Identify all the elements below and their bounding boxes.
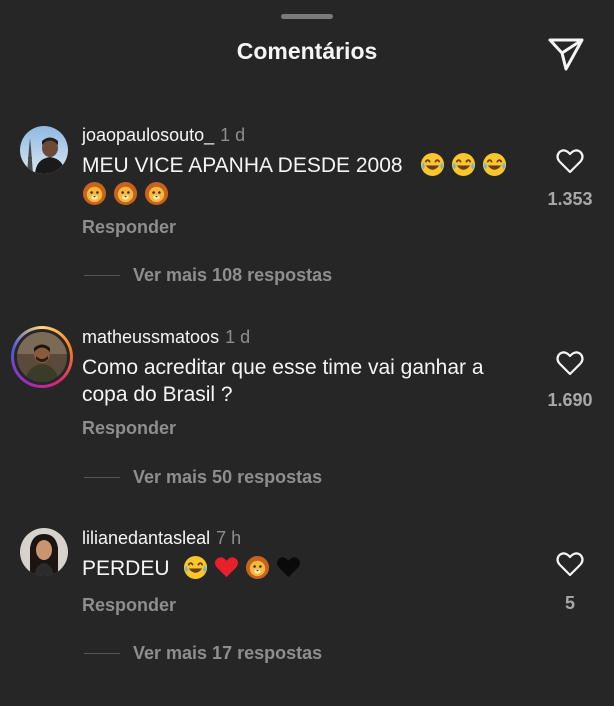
divider-line	[84, 477, 120, 478]
page-title: Comentários	[236, 38, 378, 64]
comment-text: PERDEU	[82, 555, 532, 582]
view-more-replies-button[interactable]: Ver mais 17 respostas	[133, 643, 322, 664]
laughing-face-icon	[452, 152, 476, 177]
send-icon[interactable]	[547, 36, 585, 72]
reply-button[interactable]: Responder	[82, 217, 176, 238]
comment-text-line: PERDEU	[82, 557, 170, 580]
laughing-face-icon	[483, 152, 507, 177]
comment-text-line: MEU VICE APANHA DESDE 2008	[82, 154, 403, 177]
avatar[interactable]	[20, 528, 68, 576]
reply-button[interactable]: Responder	[82, 418, 176, 439]
heart-icon[interactable]	[556, 551, 584, 577]
like-count: 5	[564, 593, 575, 613]
heart-icon[interactable]	[556, 148, 584, 174]
lion-face-icon	[113, 181, 138, 206]
view-more-replies-button[interactable]: Ver mais 50 respostas	[133, 467, 322, 488]
laughing-face-icon	[421, 152, 445, 177]
like-count: 1.353	[547, 189, 593, 209]
lion-face-icon	[82, 181, 107, 206]
like-count: 1.690	[547, 390, 593, 410]
comment-meta: joaopaulosouto_ 1 d	[82, 125, 245, 145]
reply-button[interactable]: Responder	[82, 595, 176, 616]
avatar	[17, 332, 67, 382]
timestamp: 1 d	[225, 327, 251, 347]
laughing-face-icon	[184, 555, 208, 580]
story-ring[interactable]	[11, 326, 73, 388]
sheet-drag-handle[interactable]	[281, 14, 333, 19]
username[interactable]: lilianedantasleal	[82, 528, 210, 548]
divider-line	[84, 275, 120, 276]
comment-meta: lilianedantasleal 7 h	[82, 528, 241, 548]
comment-text-line: copa do Brasil ?	[82, 383, 233, 406]
lion-face-icon	[246, 555, 270, 580]
timestamp: 7 h	[216, 528, 242, 548]
avatar[interactable]	[20, 126, 68, 174]
comment-text-line: Como acreditar que esse time vai ganhar …	[82, 356, 484, 379]
username[interactable]: joaopaulosouto_	[82, 125, 214, 145]
heart-icon[interactable]	[556, 350, 584, 376]
red-heart-icon	[215, 557, 239, 578]
comment-meta: matheussmatoos 1 d	[82, 327, 250, 347]
comments-sheet: Comentários joaopaulosouto_ 1 d MEU VICE…	[0, 0, 614, 706]
view-more-replies-button[interactable]: Ver mais 108 respostas	[133, 265, 332, 286]
divider-line	[84, 653, 120, 654]
comment-text: Como acreditar que esse time vai ganhar …	[82, 354, 532, 408]
username[interactable]: matheussmatoos	[82, 327, 219, 347]
lion-face-icon	[144, 181, 169, 206]
black-heart-icon	[277, 557, 301, 578]
comment-text: MEU VICE APANHA DESDE 2008	[82, 152, 532, 208]
timestamp: 1 d	[220, 125, 246, 145]
